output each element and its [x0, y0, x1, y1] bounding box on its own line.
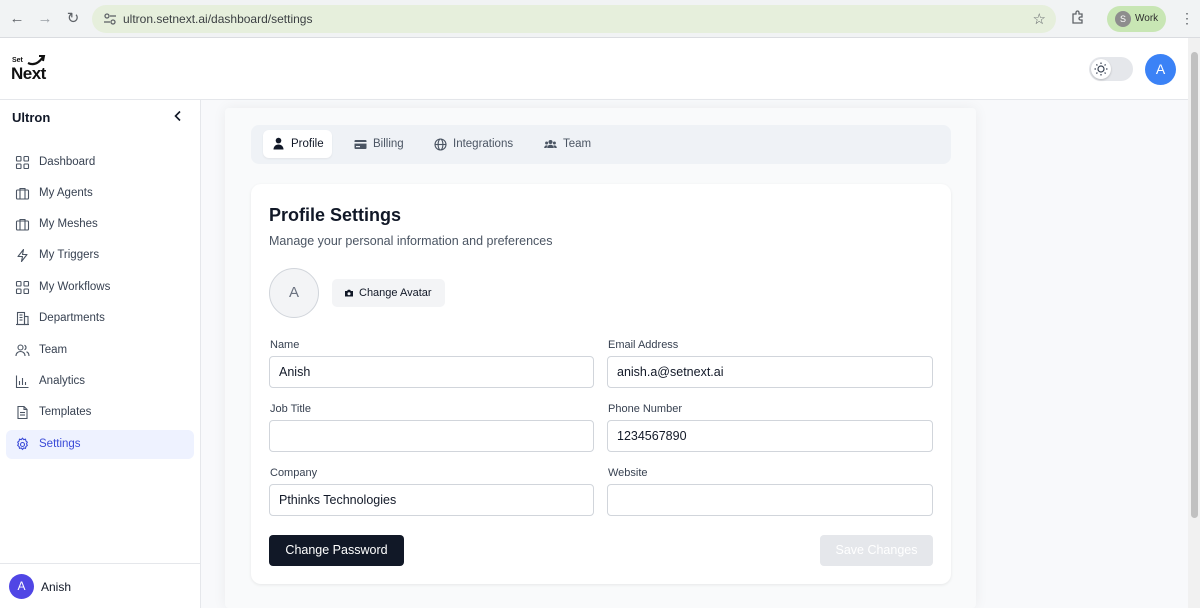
sidebar-item-dashboard[interactable]: Dashboard [6, 148, 194, 177]
sidebar-item-label: Settings [39, 438, 81, 450]
bar-chart-icon [15, 375, 29, 389]
sidebar-item-my-agents[interactable]: My Agents [6, 179, 194, 208]
briefcase-icon [15, 218, 30, 231]
sidebar-item-label: Dashboard [39, 156, 96, 168]
sidebar-item-label: My Agents [39, 187, 93, 199]
address-bar[interactable]: ultron.setnext.ai/dashboard/settings ☆ [92, 5, 1056, 33]
briefcase-icon [15, 187, 30, 200]
back-icon[interactable]: ← [8, 10, 26, 28]
sidebar-item-label: Analytics [39, 375, 86, 387]
sidebar-item-my-workflows[interactable]: My Workflows [6, 273, 194, 302]
tab-label: Integrations [453, 138, 514, 150]
tab-label: Billing [373, 138, 404, 150]
tab-label: Profile [291, 138, 324, 150]
forward-icon[interactable]: → [36, 10, 54, 28]
job-title-label: Job Title [270, 403, 311, 415]
sidebar-item-my-triggers[interactable]: My Triggers [6, 241, 194, 270]
sidebar-item-departments[interactable]: Departments [6, 304, 194, 333]
avatar: A [9, 574, 34, 599]
website-field[interactable] [607, 484, 933, 516]
company-label: Company [270, 467, 318, 479]
profile-button[interactable]: S Work [1107, 6, 1166, 32]
company-field[interactable] [269, 484, 594, 516]
email-label: Email Address [608, 339, 679, 351]
theme-toggle[interactable] [1089, 57, 1133, 81]
sidebar-item-label: Templates [39, 406, 92, 418]
sidebar-item-my-meshes[interactable]: My Meshes [6, 210, 194, 239]
tab-billing[interactable]: Billing [345, 130, 411, 158]
toggle-knob [1091, 59, 1111, 79]
tab-profile[interactable]: Profile [263, 130, 332, 158]
sidebar-item-label: My Triggers [39, 249, 100, 261]
profile-settings-card: Profile Settings Manage your personal in… [251, 184, 951, 584]
credit-card-icon [354, 140, 367, 149]
sidebar-item-templates[interactable]: Templates [6, 398, 194, 427]
sun-icon [1094, 62, 1108, 76]
profile-label: Work [1135, 13, 1159, 24]
phone-label: Phone Number [608, 403, 682, 415]
grid-icon [15, 280, 30, 295]
change-avatar-button[interactable]: Change Avatar [332, 279, 445, 307]
page-title: Profile Settings [269, 205, 402, 225]
sidebar-item-settings[interactable]: Settings [6, 430, 194, 459]
user-name: Anish [41, 580, 72, 594]
sidebar-item-team[interactable]: Team [6, 336, 194, 365]
sidebar-item-analytics[interactable]: Analytics [6, 367, 194, 396]
bookmark-star-icon[interactable]: ☆ [1033, 10, 1046, 28]
globe-icon [434, 138, 447, 151]
main-content: Profile Billing Integrations Team Profil… [201, 100, 1188, 608]
page-subtitle: Manage your personal information and pre… [269, 234, 553, 248]
gear-icon [17, 437, 28, 451]
url-text: ultron.setnext.ai/dashboard/settings [123, 12, 313, 26]
user-icon [273, 137, 284, 150]
reload-icon[interactable]: ↻ [64, 10, 82, 28]
browser-toolbar: ← → ↻ ultron.setnext.ai/dashboard/settin… [0, 0, 1200, 38]
users-icon [544, 140, 557, 148]
sidebar-item-label: Team [39, 344, 68, 356]
lightning-icon [17, 248, 28, 263]
sidebar-item-label: My Workflows [39, 281, 111, 293]
workspace-title: Ultron [12, 110, 51, 125]
document-icon [17, 405, 28, 420]
sidebar-user[interactable]: A Anish [0, 563, 200, 608]
profile-avatar: A [269, 268, 319, 318]
save-changes-button[interactable]: Save Changes [820, 535, 933, 566]
website-label: Website [608, 467, 648, 479]
sidebar-item-label: My Meshes [39, 218, 98, 230]
scrollbar-thumb[interactable] [1191, 52, 1198, 518]
chevron-left-icon[interactable] [171, 109, 185, 123]
name-label: Name [270, 339, 300, 351]
profile-avatar: S [1115, 11, 1131, 27]
browser-menu-icon[interactable]: ⋮ [1180, 10, 1194, 28]
tab-integrations[interactable]: Integrations [424, 130, 520, 158]
phone-field[interactable] [607, 420, 933, 452]
tab-team[interactable]: Team [534, 130, 596, 158]
email-field[interactable] [607, 356, 933, 388]
name-field[interactable] [269, 356, 594, 388]
extensions-icon[interactable] [1070, 10, 1086, 26]
camera-icon [345, 289, 353, 297]
building-icon [16, 311, 29, 326]
user-avatar[interactable]: A [1145, 54, 1176, 85]
settings-tabs: Profile Billing Integrations Team [251, 125, 951, 164]
job-title-field[interactable] [269, 420, 594, 452]
grid-icon [15, 155, 30, 170]
tab-label: Team [563, 138, 592, 150]
sidebar-item-label: Departments [39, 312, 105, 324]
users-icon [15, 344, 30, 357]
change-avatar-label: Change Avatar [359, 287, 432, 299]
sidebar: Ultron Dashboard My Agents My Meshes My … [0, 100, 201, 608]
site-settings-icon[interactable] [102, 11, 118, 27]
setnext-logo[interactable]: Set Next [11, 54, 51, 84]
change-password-button[interactable]: Change Password [269, 535, 404, 566]
app-header: Set Next A [0, 38, 1188, 100]
